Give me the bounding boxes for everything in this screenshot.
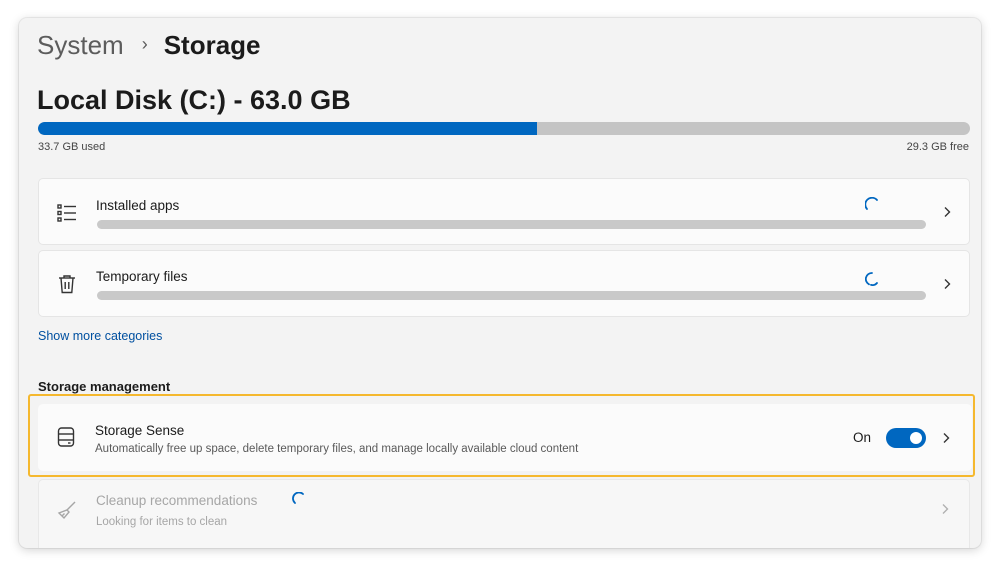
list-icon <box>55 201 79 225</box>
storage-sense-title: Storage Sense <box>95 423 185 438</box>
disk-usage-fill <box>38 122 537 135</box>
category-usage-track <box>97 291 926 300</box>
cleanup-recommendations-card[interactable]: Cleanup recommendations Looking for item… <box>38 479 970 548</box>
show-more-categories-link[interactable]: Show more categories <box>38 329 162 343</box>
breadcrumb-system[interactable]: System <box>37 30 124 61</box>
toggle-state-label: On <box>853 430 872 445</box>
free-space-label: 29.3 GB free <box>906 141 969 153</box>
chevron-right-icon <box>944 279 951 289</box>
breadcrumb-separator: › <box>141 33 148 54</box>
chevron-right-icon <box>944 207 951 217</box>
category-usage-track <box>97 220 926 229</box>
storage-drive-icon <box>57 427 75 447</box>
category-installed-apps[interactable]: Installed apps <box>38 178 970 245</box>
chevron-right-icon <box>943 433 950 443</box>
loading-spinner-icon <box>865 197 878 210</box>
disk-title: Local Disk (C:) - 63.0 GB <box>37 85 351 115</box>
category-temporary-files[interactable]: Temporary files <box>38 250 970 317</box>
page-title: Storage <box>163 29 261 60</box>
loading-spinner-icon <box>865 272 878 286</box>
breadcrumb: System › Storage <box>37 28 261 62</box>
cleanup-description: Looking for items to clean <box>96 516 228 528</box>
category-label: Installed apps <box>96 198 180 213</box>
category-label: Temporary files <box>96 269 188 284</box>
used-space-label: 33.7 GB used <box>38 141 106 153</box>
section-heading: Storage management <box>38 379 171 394</box>
chevron-right-icon <box>942 504 949 514</box>
disk-usage-bar <box>38 122 970 135</box>
trash-icon <box>55 272 79 296</box>
settings-window: System › Storage Local Disk (C:) - 63.0 … <box>19 18 981 548</box>
storage-sense-toggle[interactable] <box>886 428 926 448</box>
cleanup-title: Cleanup recommendations <box>96 493 258 508</box>
storage-sense-card[interactable]: Storage Sense Automatically free up spac… <box>38 404 972 471</box>
broom-icon <box>57 501 76 520</box>
storage-sense-description: Automatically free up space, delete temp… <box>95 443 579 455</box>
toggle-knob <box>910 432 922 444</box>
loading-spinner-icon <box>292 492 304 504</box>
